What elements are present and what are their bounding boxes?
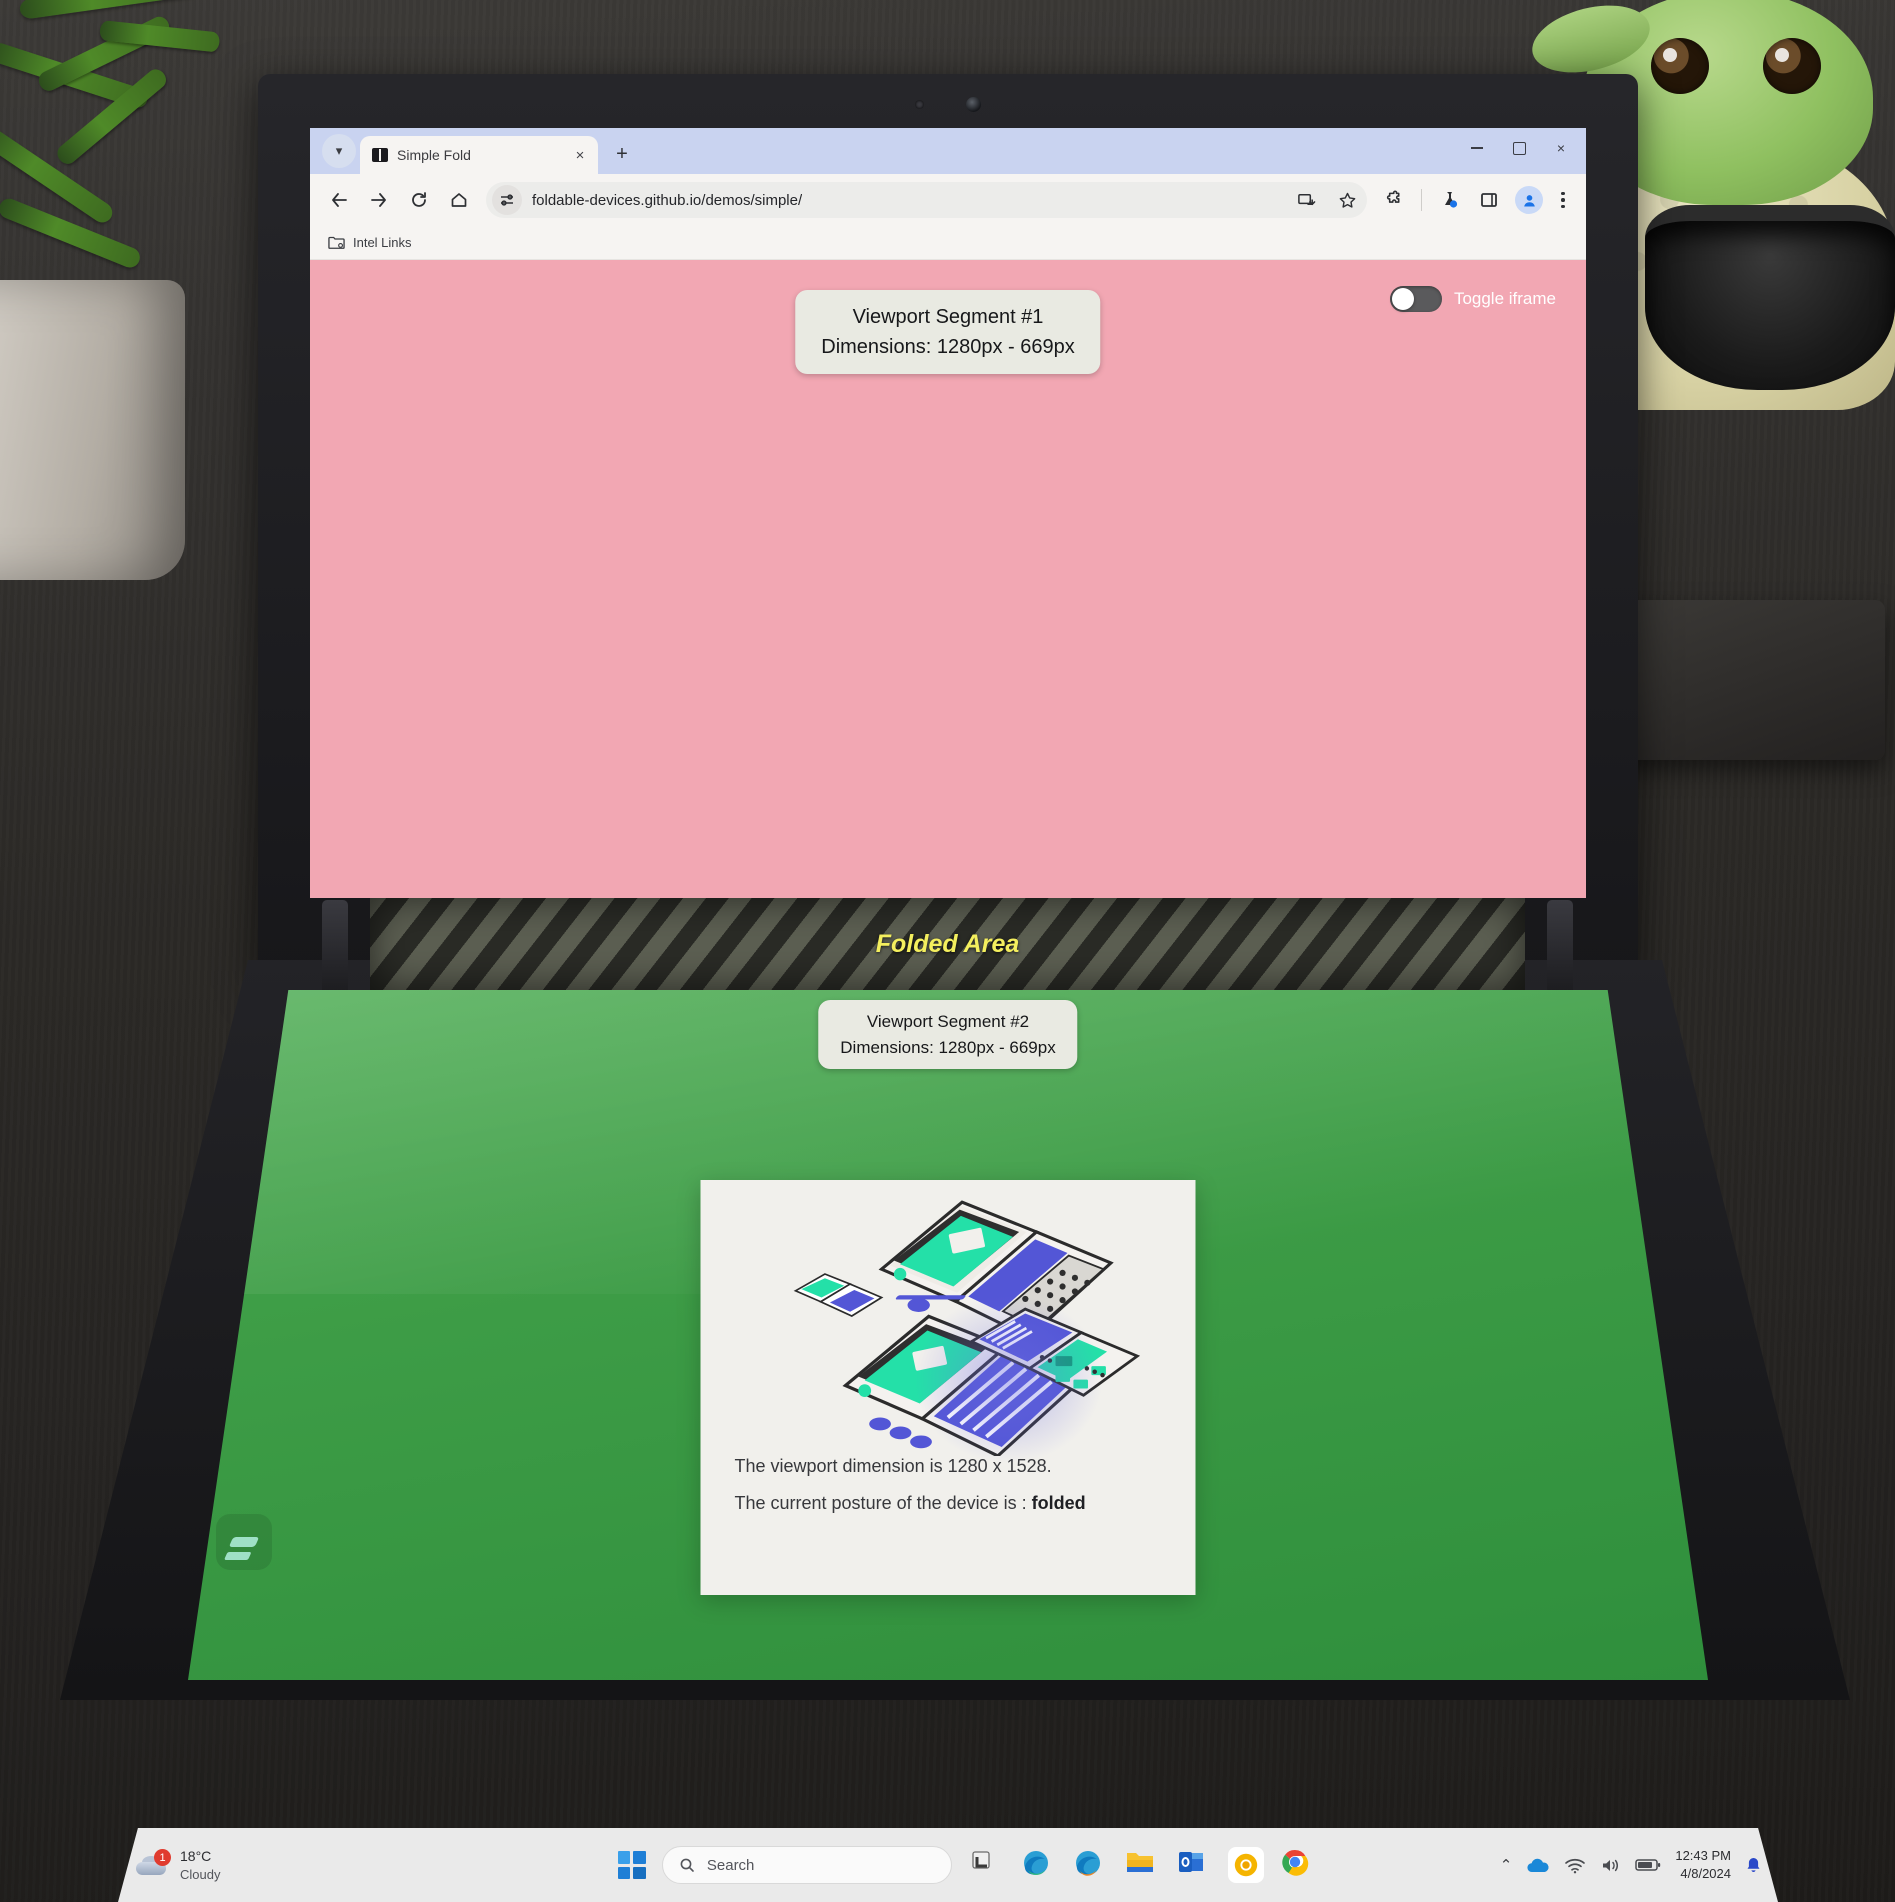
wifi-icon[interactable]: [1564, 1857, 1586, 1874]
maximize-button[interactable]: [1498, 132, 1540, 164]
site-settings-icon[interactable]: [492, 185, 522, 215]
segment1-title: Viewport Segment #1: [852, 306, 1044, 328]
posture-prefix: The current posture of the device is :: [734, 1493, 1032, 1513]
clock-date: 4/8/2024: [1680, 1866, 1731, 1881]
webcam-lens-icon: [966, 96, 981, 112]
tab-strip: ▾ Simple Fold × + ×: [310, 128, 1586, 174]
outlook-icon[interactable]: [1176, 1847, 1212, 1883]
chrome-canary-icon[interactable]: [1227, 1847, 1264, 1883]
bookmark-star-icon[interactable]: [1338, 191, 1357, 210]
hinge-left: [322, 900, 348, 1000]
tab-title: Simple Fold: [397, 147, 471, 163]
onedrive-icon[interactable]: [1526, 1857, 1550, 1874]
volume-icon[interactable]: [1600, 1857, 1621, 1874]
start-button-icon[interactable]: [617, 1851, 646, 1879]
url-text: foldable-devices.github.io/demos/simple/: [532, 191, 803, 209]
device-info-card: The viewport dimension is 1280 x 1528. T…: [700, 1180, 1196, 1595]
taskbar-center: Search: [434, 1846, 1500, 1884]
chrome-window: ▾ Simple Fold × + × foldable-devices.git…: [310, 128, 1586, 898]
tray-overflow-chevron-icon[interactable]: ⌃: [1500, 1856, 1513, 1874]
home-icon[interactable]: [440, 181, 478, 219]
edge-beta-icon[interactable]: [1072, 1847, 1108, 1883]
windows-taskbar: 1 18°C Cloudy Search ⌃ 12:43 PM 4/8/2024: [118, 1828, 1778, 1902]
posture-line: The current posture of the device is : f…: [735, 1493, 1162, 1514]
foldable-devices-illustration: [733, 1186, 1163, 1464]
card-text-block: The viewport dimension is 1280 x 1528. T…: [701, 1456, 1196, 1530]
weather-text: 18°C Cloudy: [180, 1847, 220, 1883]
toggle-iframe-switch[interactable]: [1389, 286, 1442, 312]
profile-avatar-icon[interactable]: [1515, 186, 1543, 214]
segment2-badge: Viewport Segment #2 Dimensions: 1280px -…: [818, 1000, 1078, 1069]
task-view-icon[interactable]: [968, 1847, 1004, 1883]
notification-bell-icon[interactable]: [1745, 1856, 1762, 1874]
folded-area-strip: Folded Area: [370, 898, 1525, 990]
cloud-weather-icon: 1: [134, 1849, 171, 1879]
weather-temperature: 18°C: [180, 1847, 212, 1864]
minimize-button[interactable]: [1456, 132, 1498, 164]
toggle-iframe-control[interactable]: Toggle iframe: [1389, 286, 1556, 312]
forward-icon[interactable]: [360, 181, 398, 219]
lab-flask-icon[interactable]: [1430, 181, 1468, 219]
file-explorer-icon[interactable]: [1124, 1847, 1160, 1883]
back-icon[interactable]: [320, 181, 358, 219]
address-bar[interactable]: foldable-devices.github.io/demos/simple/: [486, 182, 1367, 218]
close-window-button[interactable]: ×: [1540, 132, 1582, 164]
search-placeholder: Search: [706, 1856, 755, 1874]
notification-count-badge: 1: [154, 1849, 171, 1866]
reload-icon[interactable]: [400, 181, 438, 219]
posture-value: folded: [1031, 1493, 1086, 1513]
system-tray: ⌃ 12:43 PM 4/8/2024: [1500, 1847, 1762, 1882]
new-tab-button[interactable]: +: [606, 138, 638, 170]
illustration-glow: [913, 1294, 1104, 1464]
segment2-dimensions: Dimensions: 1280px - 669px: [840, 1037, 1056, 1057]
browser-toolbar: foldable-devices.github.io/demos/simple/: [310, 174, 1586, 226]
hinge-right: [1547, 900, 1573, 1000]
chrome-menu-icon[interactable]: [1550, 191, 1576, 209]
folder-gear-icon: [328, 235, 345, 250]
foldable-laptop: ▾ Simple Fold × + × foldable-devices.git…: [0, 0, 1895, 1902]
toggle-knob: [1391, 288, 1414, 310]
upper-display: ▾ Simple Fold × + × foldable-devices.git…: [310, 128, 1586, 898]
desktop-shortcut-icon[interactable]: [216, 1514, 272, 1570]
toolbar-divider: [1421, 189, 1422, 211]
install-app-icon[interactable]: [1297, 191, 1316, 210]
extensions-puzzle-icon[interactable]: [1375, 181, 1413, 219]
browser-tab[interactable]: Simple Fold ×: [360, 136, 598, 174]
side-panel-icon[interactable]: [1470, 181, 1508, 219]
sensor-dot-icon: [915, 99, 924, 109]
book-favicon-icon: [372, 148, 388, 162]
webcam-row: [258, 96, 1638, 112]
lower-display: Viewport Segment #2 Dimensions: 1280px -…: [188, 990, 1708, 1680]
bookmark-item-intel-links[interactable]: Intel Links: [353, 235, 412, 250]
close-tab-icon[interactable]: ×: [570, 147, 590, 164]
segment1-badge: Viewport Segment #1 Dimensions: 1280px -…: [795, 290, 1101, 374]
toggle-iframe-label: Toggle iframe: [1453, 289, 1556, 308]
chrome-icon[interactable]: [1280, 1847, 1316, 1883]
clock-time: 12:43 PM: [1675, 1848, 1731, 1864]
battery-icon[interactable]: [1635, 1858, 1661, 1872]
search-icon: [680, 1858, 694, 1872]
folded-area-label: Folded Area: [875, 929, 1020, 958]
segment2-title: Viewport Segment #2: [866, 1012, 1030, 1031]
viewport-segment-1: Viewport Segment #1 Dimensions: 1280px -…: [310, 260, 1586, 898]
window-controls: ×: [1456, 132, 1582, 164]
tab-search-chevron-icon[interactable]: ▾: [322, 134, 356, 168]
weather-widget[interactable]: 1 18°C Cloudy: [134, 1847, 434, 1883]
weather-condition: Cloudy: [180, 1866, 221, 1882]
taskbar-clock[interactable]: 12:43 PM 4/8/2024: [1675, 1847, 1731, 1882]
taskbar-search-input[interactable]: Search: [661, 1846, 952, 1884]
toolbar-right-actions: [1375, 181, 1576, 219]
segment1-dimensions: Dimensions: 1280px - 669px: [821, 336, 1075, 358]
bookmarks-bar: Intel Links: [310, 226, 1586, 260]
edge-icon[interactable]: [1020, 1847, 1056, 1883]
